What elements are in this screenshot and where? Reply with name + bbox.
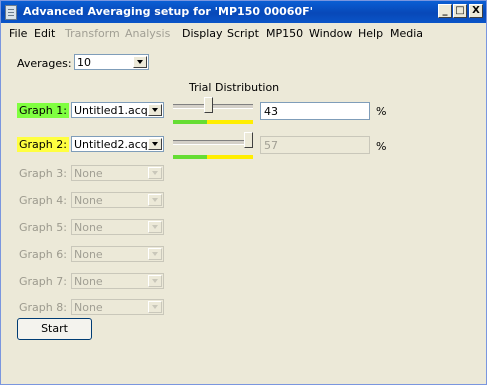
window-title: Advanced Averaging setup for 'MP150 0006…: [23, 5, 313, 18]
graph-2-select[interactable]: Untitled2.acq: [71, 136, 164, 152]
chevron-down-icon: [148, 301, 162, 313]
chevron-down-icon: [148, 221, 162, 233]
graph-1-slider-track[interactable]: [173, 104, 253, 109]
menu-bar: File Edit Transform Analysis Display Scr…: [1, 24, 486, 43]
graph-3-select: None: [71, 165, 164, 181]
menu-edit[interactable]: Edit: [34, 27, 55, 40]
graph-7-file: None: [74, 275, 103, 288]
chevron-down-icon: [148, 275, 162, 287]
chevron-down-icon[interactable]: [148, 104, 162, 116]
graph-2-percent-field: 57: [260, 136, 370, 154]
graph-3-label: Graph 3:: [19, 167, 67, 180]
graph-8-file: None: [74, 301, 103, 314]
start-button[interactable]: Start: [17, 318, 92, 340]
menu-script[interactable]: Script: [227, 27, 259, 40]
graph-1-file: Untitled1.acq: [74, 104, 148, 117]
document-icon: [5, 5, 17, 20]
title-bar[interactable]: Advanced Averaging setup for 'MP150 0006…: [1, 1, 486, 23]
graph-5-file: None: [74, 221, 103, 234]
graph-2-percent-value: 57: [264, 139, 278, 152]
graph-2-label: Graph 2:: [17, 137, 69, 152]
menu-window[interactable]: Window: [309, 27, 352, 40]
graph-5-label: Graph 5:: [19, 221, 67, 234]
graph-1-percent-value: 43: [264, 105, 278, 118]
averages-label: Averages:: [17, 57, 72, 70]
graph-1-select[interactable]: Untitled1.acq: [71, 102, 164, 118]
graph-5-select: None: [71, 219, 164, 235]
graph-2-dist-yellow: [207, 155, 253, 159]
graph-1-percent-unit: %: [376, 105, 387, 118]
averages-select[interactable]: 10: [74, 54, 149, 70]
graph-3-file: None: [74, 167, 103, 180]
graph-2-slider-track[interactable]: [173, 140, 253, 145]
graph-2-percent-unit: %: [376, 140, 387, 153]
graph-2-dist-green: [173, 155, 207, 159]
graph-4-select: None: [71, 192, 164, 208]
graph-8-select: None: [71, 299, 164, 315]
menu-media[interactable]: Media: [390, 27, 423, 40]
graph-7-select: None: [71, 273, 164, 289]
trial-distribution-label: Trial Distribution: [189, 81, 280, 94]
chevron-down-icon: [148, 248, 162, 260]
graph-6-select: None: [71, 246, 164, 262]
graph-6-file: None: [74, 248, 103, 261]
menu-mp150[interactable]: MP150: [266, 27, 303, 40]
averages-value: 10: [77, 56, 91, 69]
graph-1-label: Graph 1:: [17, 103, 69, 118]
close-button[interactable]: X: [469, 4, 483, 18]
menu-help[interactable]: Help: [358, 27, 383, 40]
chevron-down-icon[interactable]: [133, 56, 147, 68]
graph-2-file: Untitled2.acq: [74, 138, 148, 151]
maximize-button[interactable]: □: [453, 4, 467, 18]
minimize-button[interactable]: _: [438, 4, 452, 18]
graph-4-label: Graph 4:: [19, 194, 67, 207]
graph-2-slider-thumb[interactable]: [244, 132, 253, 148]
menu-file[interactable]: File: [9, 27, 27, 40]
menu-display[interactable]: Display: [182, 27, 223, 40]
menu-transform[interactable]: Transform: [65, 27, 120, 40]
graph-4-file: None: [74, 194, 103, 207]
graph-8-label: Graph 8:: [19, 301, 67, 314]
graph-1-percent-field[interactable]: 43: [260, 102, 370, 120]
graph-1-slider-thumb[interactable]: [204, 97, 213, 113]
graph-1-dist-yellow: [207, 120, 253, 124]
graph-7-label: Graph 7:: [19, 275, 67, 288]
graph-1-dist-green: [173, 120, 207, 124]
menu-analysis[interactable]: Analysis: [125, 27, 170, 40]
chevron-down-icon: [148, 167, 162, 179]
graph-6-label: Graph 6:: [19, 248, 67, 261]
advanced-averaging-window: Advanced Averaging setup for 'MP150 0006…: [0, 0, 487, 385]
chevron-down-icon: [148, 194, 162, 206]
chevron-down-icon[interactable]: [148, 138, 162, 150]
